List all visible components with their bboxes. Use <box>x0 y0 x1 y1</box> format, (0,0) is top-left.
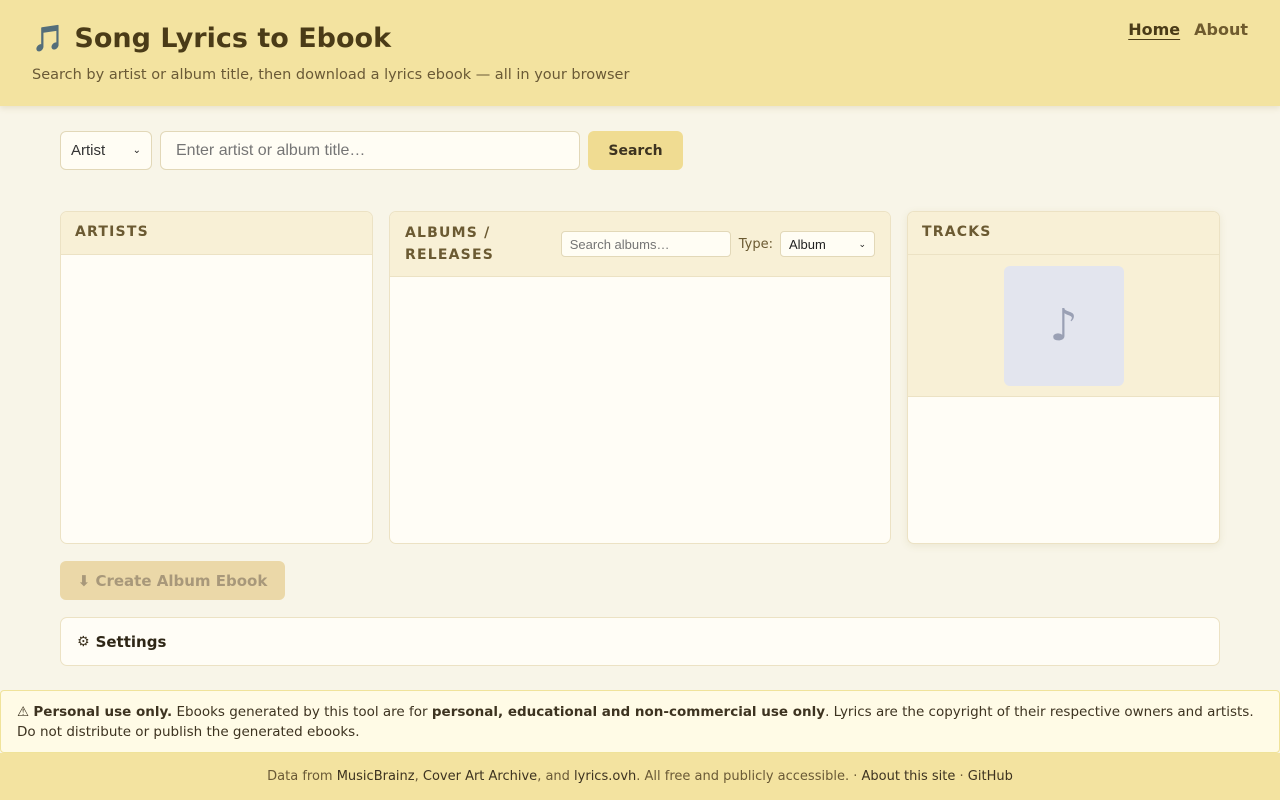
footer-middle: . All free and publicly accessible. · <box>636 769 862 784</box>
nav-home-link[interactable]: Home <box>1128 20 1180 39</box>
footer-link-coverart[interactable]: Cover Art Archive <box>423 769 537 784</box>
artists-panel: ARTISTS <box>60 211 373 544</box>
cover-placeholder-icon: ♪ <box>1003 265 1124 386</box>
nav-about-link[interactable]: About <box>1194 20 1248 39</box>
tracks-panel: TRACKS ♪ <box>907 211 1220 544</box>
app-title: Song Lyrics to Ebook <box>74 23 392 54</box>
tracks-panel-title: TRACKS <box>908 212 1219 255</box>
notice-text-1: Ebooks generated by this tool are for <box>172 704 432 720</box>
release-type-value: Album <box>789 236 826 252</box>
settings-toggle[interactable]: ⚙ Settings <box>60 617 1220 666</box>
footer-link-musicbrainz[interactable]: MusicBrainz <box>337 769 415 784</box>
gear-icon: ⚙ <box>77 633 90 650</box>
albums-panel-header: ALBUMS / RELEASES Type: Album ⌄ <box>390 212 890 277</box>
footer-sep: , <box>414 769 423 784</box>
music-note-icon: 🎵 <box>32 24 65 54</box>
search-input[interactable] <box>160 131 580 170</box>
personal-use-notice: ⚠ Personal use only. Ebooks generated by… <box>0 690 1280 753</box>
footer-sep: · <box>955 769 968 784</box>
footer-prefix: Data from <box>267 769 337 784</box>
top-nav: Home About <box>1128 20 1248 39</box>
create-album-ebook-button[interactable]: ⬇ Create Album Ebook <box>60 561 285 600</box>
release-type-select[interactable]: Album ⌄ <box>780 231 875 257</box>
artists-panel-title: ARTISTS <box>61 212 372 255</box>
albums-title-line1: ALBUMS / <box>405 225 491 241</box>
notice-lead: Personal use only. <box>33 704 173 720</box>
app-footer: Data from MusicBrainz , Cover Art Archiv… <box>0 753 1280 800</box>
search-button[interactable]: Search <box>588 131 683 170</box>
search-mode-select[interactable]: Artist ⌄ <box>60 131 152 170</box>
footer-link-github[interactable]: GitHub <box>968 769 1013 784</box>
footer-link-about[interactable]: About this site <box>861 769 955 784</box>
search-mode-value: Artist <box>71 142 106 159</box>
warning-icon: ⚠ <box>17 704 30 720</box>
albums-controls: Type: Album ⌄ <box>560 231 875 257</box>
app-header: 🎵 Song Lyrics to Ebook Search by artist … <box>0 0 1280 106</box>
album-cover-area: ♪ <box>908 255 1219 397</box>
notice-emphasis: personal, educational and non-commercial… <box>431 704 826 720</box>
chevron-down-icon: ⌄ <box>132 145 141 156</box>
album-search-input[interactable] <box>560 231 731 257</box>
albums-panel-title: ALBUMS / RELEASES <box>405 222 525 266</box>
footer-sep: , and <box>537 769 575 784</box>
albums-title-line2: RELEASES <box>405 247 494 263</box>
chevron-down-icon: ⌄ <box>858 238 866 249</box>
app-tagline: Search by artist or album title, then do… <box>32 67 630 83</box>
footer-link-lyricsovh[interactable]: lyrics.ovh <box>574 769 636 784</box>
albums-panel: ALBUMS / RELEASES Type: Album ⌄ <box>389 211 891 544</box>
type-label: Type: <box>738 236 773 252</box>
search-bar: Artist ⌄ Search <box>60 131 683 170</box>
settings-label: Settings <box>95 632 167 651</box>
brand: 🎵 Song Lyrics to Ebook <box>32 22 391 56</box>
